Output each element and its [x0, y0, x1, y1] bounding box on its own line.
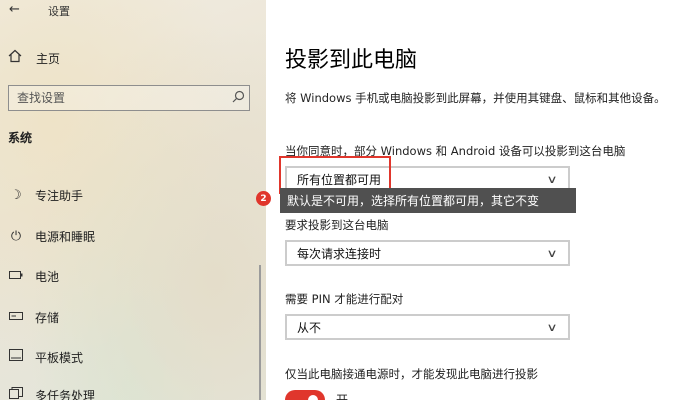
tooltip-text: 默认是不可用，选择所有位置都可用，其它不变 [287, 194, 540, 208]
multitask-icon [8, 387, 24, 400]
sidebar-scrollbar[interactable] [259, 265, 261, 400]
back-arrow-icon[interactable]: ← [9, 2, 20, 17]
sidebar-item-label: 多任务处理 [35, 388, 96, 400]
home-label: 主页 [36, 51, 61, 66]
page-title: 投影到此电脑 [285, 48, 418, 73]
chevron-down-icon: ∨ [546, 320, 558, 334]
sidebar: ← 设置 主页 系统 ☽ 专注助手 ⏻ 电源和睡眠 电池 存储 [0, 0, 266, 400]
battery-icon [8, 269, 24, 284]
tablet-icon [8, 349, 24, 365]
sidebar-item-label: 平板模式 [35, 350, 84, 365]
storage-icon [8, 310, 24, 325]
toggle-state-label: 开 [336, 393, 349, 400]
chevron-down-icon: ∨ [546, 172, 558, 186]
power-icon: ⏻ [10, 228, 22, 244]
sidebar-item-tablet-mode[interactable]: 平板模式 [8, 346, 248, 368]
sidebar-item-focus-assist[interactable]: ☽ 专注助手 [8, 184, 248, 206]
sidebar-item-multitasking[interactable]: 多任务处理 [8, 384, 248, 400]
dropdown-value: 每次请求连接时 [297, 246, 382, 261]
sidebar-item-label: 专注助手 [35, 188, 84, 203]
sidebar-item-battery[interactable]: 电池 [8, 265, 248, 287]
search-icon[interactable] [227, 90, 249, 107]
step-number-badge: 2 [256, 191, 271, 206]
sidebar-item-label: 存储 [35, 310, 60, 325]
sidebar-item-label: 电源和睡眠 [35, 229, 96, 244]
sidebar-item-power-sleep[interactable]: ⏻ 电源和睡眠 [8, 225, 248, 247]
chevron-down-icon: ∨ [546, 246, 558, 260]
search-input[interactable] [17, 91, 227, 105]
power-discovery-label: 仅当此电脑接通电源时，才能发现此电脑进行投影 [285, 367, 538, 381]
sidebar-item-label: 电池 [35, 269, 60, 284]
home-link[interactable]: 主页 [8, 48, 60, 68]
request-projection-label: 要求投影到这台电脑 [285, 218, 389, 232]
search-box[interactable] [8, 85, 250, 111]
section-title: 系统 [8, 131, 33, 145]
moon-icon: ☽ [10, 187, 22, 203]
page-description: 将 Windows 手机或电脑投影到此屏幕，并使用其键盘、鼠标和其他设备。 [285, 91, 666, 105]
sidebar-item-storage[interactable]: 存储 [8, 306, 248, 328]
pin-pairing-dropdown[interactable]: 从不 ∨ [285, 314, 570, 340]
dropdown-value: 从不 [297, 320, 322, 335]
annotation-tooltip: 默认是不可用，选择所有位置都可用，其它不变 [280, 188, 576, 213]
request-projection-dropdown[interactable]: 每次请求连接时 ∨ [285, 240, 570, 266]
pin-pairing-label: 需要 PIN 才能进行配对 [285, 292, 404, 306]
window-title: 设置 [48, 5, 70, 18]
power-discovery-toggle[interactable] [285, 390, 325, 400]
home-icon [8, 49, 28, 67]
